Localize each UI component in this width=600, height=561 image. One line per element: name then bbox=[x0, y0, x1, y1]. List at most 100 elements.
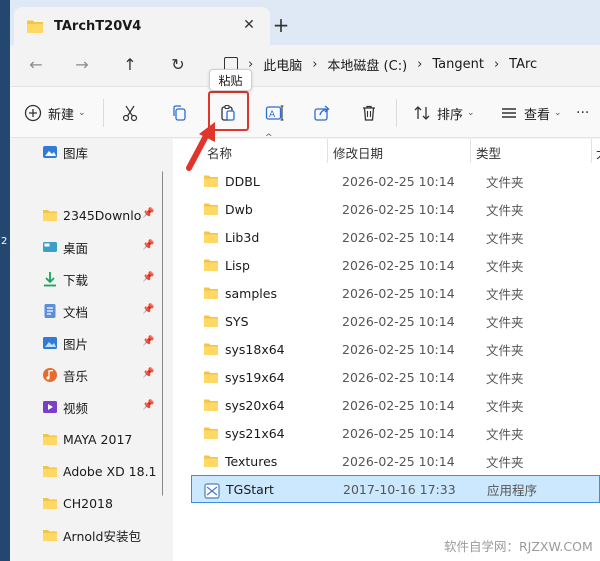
file-name: SYS bbox=[225, 313, 249, 329]
sidebar-item-2345downloads[interactable]: 2345Downloads 📌 bbox=[10, 202, 163, 228]
column-divider[interactable] bbox=[470, 139, 471, 163]
chevron-down-icon: ⌄ bbox=[78, 108, 86, 118]
sidebar-item-documents[interactable]: 文档 📌 bbox=[10, 298, 163, 324]
view-button[interactable]: 查看 ⌄ bbox=[500, 101, 562, 125]
new-label: 新建 bbox=[48, 107, 75, 123]
folder-icon bbox=[204, 315, 218, 327]
delete-button[interactable] bbox=[360, 101, 378, 125]
new-tab-button[interactable]: + bbox=[268, 12, 294, 38]
share-button[interactable] bbox=[313, 101, 331, 125]
column-header-modified[interactable]: 修改日期 bbox=[333, 143, 383, 162]
close-icon[interactable]: ✕ bbox=[240, 16, 258, 34]
sidebar-item-label: 2345Downloads bbox=[63, 207, 141, 223]
sidebar-item-adobe-xd[interactable]: Adobe XD 18.1 bbox=[10, 458, 163, 484]
file-modified-date: 2017-10-16 17:33 bbox=[343, 481, 456, 497]
file-row[interactable]: samples 2026-02-25 10:14 文件夹 bbox=[191, 279, 600, 307]
column-divider[interactable] bbox=[327, 139, 328, 163]
file-name: TGStart bbox=[226, 481, 274, 497]
sidebar-item-gallery[interactable]: 图库 bbox=[10, 139, 163, 165]
folder-icon bbox=[204, 203, 218, 215]
file-name: samples bbox=[225, 285, 277, 301]
file-modified-date: 2026-02-25 10:14 bbox=[342, 257, 455, 273]
sidebar-item-label: MAYA 2017 bbox=[63, 431, 133, 447]
chevron-right-icon: › bbox=[493, 56, 500, 72]
sort-button[interactable]: 排序 ⌄ bbox=[413, 101, 475, 125]
file-explorer-window: TArchT20V4 ✕ + ← → ↑ ↻ › 此电脑 › 本地磁盘 (C:)… bbox=[10, 0, 600, 561]
more-options-button[interactable]: ··· bbox=[576, 101, 589, 125]
file-type: 应用程序 bbox=[487, 482, 538, 498]
column-header-size[interactable]: 大 bbox=[596, 143, 600, 162]
file-modified-date: 2026-02-25 10:14 bbox=[342, 285, 455, 301]
folder-icon bbox=[204, 455, 218, 467]
tab-tarcht20v4[interactable]: TArchT20V4 ✕ bbox=[14, 7, 270, 45]
document-icon bbox=[44, 304, 56, 318]
folder-icon bbox=[43, 434, 57, 445]
scissors-icon bbox=[122, 105, 138, 122]
watermark: 软件自学网：RJZXW.COM bbox=[444, 539, 593, 554]
cut-button[interactable] bbox=[121, 101, 139, 125]
trash-icon bbox=[363, 105, 375, 121]
file-modified-date: 2026-02-25 10:14 bbox=[342, 313, 455, 329]
breadcrumb-item[interactable]: Tangent bbox=[432, 57, 484, 72]
folder-icon bbox=[204, 427, 218, 439]
folder-icon bbox=[204, 175, 218, 187]
sidebar-item-label: 图库 bbox=[63, 145, 89, 161]
sidebar-item-label: Arnold安装包 bbox=[63, 528, 141, 544]
breadcrumb-item[interactable]: TArc bbox=[509, 57, 537, 72]
navigation-scrollbar[interactable] bbox=[162, 171, 163, 496]
sidebar-item-maya-2017[interactable]: MAYA 2017 bbox=[10, 426, 163, 452]
sort-icon bbox=[414, 106, 430, 120]
file-type: 文件夹 bbox=[486, 342, 524, 358]
pin-icon: 📌 bbox=[142, 208, 155, 219]
file-row[interactable]: Lisp 2026-02-25 10:14 文件夹 bbox=[191, 251, 600, 279]
folder-icon bbox=[27, 20, 43, 33]
sidebar-item-desktop[interactable]: 桌面 📌 bbox=[10, 234, 163, 260]
desktop-edge-text: 2 bbox=[1, 236, 8, 247]
chevron-down-icon: ⌄ bbox=[467, 108, 475, 118]
sidebar-item-pictures[interactable]: 图片 📌 bbox=[10, 330, 163, 356]
folder-icon bbox=[43, 466, 57, 477]
sidebar-item-videos[interactable]: 视频 📌 bbox=[10, 394, 163, 420]
file-row[interactable]: sys20x64 2026-02-25 10:14 文件夹 bbox=[191, 391, 600, 419]
file-row[interactable]: Dwb 2026-02-25 10:14 文件夹 bbox=[191, 195, 600, 223]
back-arrow-icon[interactable]: ← bbox=[24, 52, 48, 76]
file-type: 文件夹 bbox=[486, 314, 524, 330]
file-row[interactable]: Textures 2026-02-25 10:14 文件夹 bbox=[191, 447, 600, 475]
up-arrow-icon[interactable]: ↑ bbox=[118, 52, 142, 76]
pin-icon: 📌 bbox=[142, 368, 155, 379]
sidebar-item-downloads[interactable]: 下载 📌 bbox=[10, 266, 163, 292]
column-header-type[interactable]: 类型 bbox=[476, 143, 501, 162]
file-row[interactable]: sys19x64 2026-02-25 10:14 文件夹 bbox=[191, 363, 600, 391]
file-list-pane: ^ 名称 修改日期 类型 大 DDBL2026-02-25 10:14文件夹Dw… bbox=[173, 133, 600, 561]
file-name: sys18x64 bbox=[225, 341, 285, 357]
file-modified-date: 2026-02-25 10:14 bbox=[342, 425, 455, 441]
sidebar-item-ch2018[interactable]: CH2018 bbox=[10, 490, 163, 516]
toolbar-divider bbox=[396, 99, 397, 127]
file-row[interactable]: TGStart 2017-10-16 17:33 应用程序 bbox=[191, 475, 600, 503]
file-row[interactable]: sys21x64 2026-02-25 10:14 文件夹 bbox=[191, 419, 600, 447]
file-type: 文件夹 bbox=[486, 426, 524, 442]
sidebar-item-arnold[interactable]: Arnold安装包 bbox=[10, 522, 163, 548]
file-modified-date: 2026-02-25 10:14 bbox=[342, 397, 455, 413]
file-row[interactable]: DDBL 2026-02-25 10:14 文件夹 bbox=[191, 167, 600, 195]
breadcrumb-item[interactable]: 此电脑 bbox=[263, 55, 302, 74]
file-type: 文件夹 bbox=[486, 230, 524, 246]
pin-icon: 📌 bbox=[142, 240, 155, 251]
file-row[interactable]: Lib3d 2026-02-25 10:14 文件夹 bbox=[191, 223, 600, 251]
file-modified-date: 2026-02-25 10:14 bbox=[342, 229, 455, 245]
pin-icon: 📌 bbox=[142, 272, 155, 283]
file-name: sys21x64 bbox=[225, 425, 285, 441]
refresh-icon[interactable]: ↻ bbox=[166, 52, 190, 76]
file-modified-date: 2026-02-25 10:14 bbox=[342, 453, 455, 469]
file-row[interactable]: sys18x64 2026-02-25 10:14 文件夹 bbox=[191, 335, 600, 363]
forward-arrow-icon[interactable]: → bbox=[70, 52, 94, 76]
file-row[interactable]: SYS 2026-02-25 10:14 文件夹 bbox=[191, 307, 600, 335]
folder-icon bbox=[43, 530, 57, 541]
rename-button[interactable]: A bbox=[265, 101, 285, 125]
breadcrumb[interactable]: › 此电脑 › 本地磁盘 (C:) › Tangent › TArc bbox=[214, 49, 600, 79]
sidebar-item-label: 桌面 bbox=[63, 240, 89, 256]
new-button[interactable]: 新建 ⌄ bbox=[24, 101, 86, 125]
sidebar-item-music[interactable]: 音乐 📌 bbox=[10, 362, 163, 388]
breadcrumb-item[interactable]: 本地磁盘 (C:) bbox=[327, 55, 407, 74]
column-divider[interactable] bbox=[591, 139, 592, 163]
